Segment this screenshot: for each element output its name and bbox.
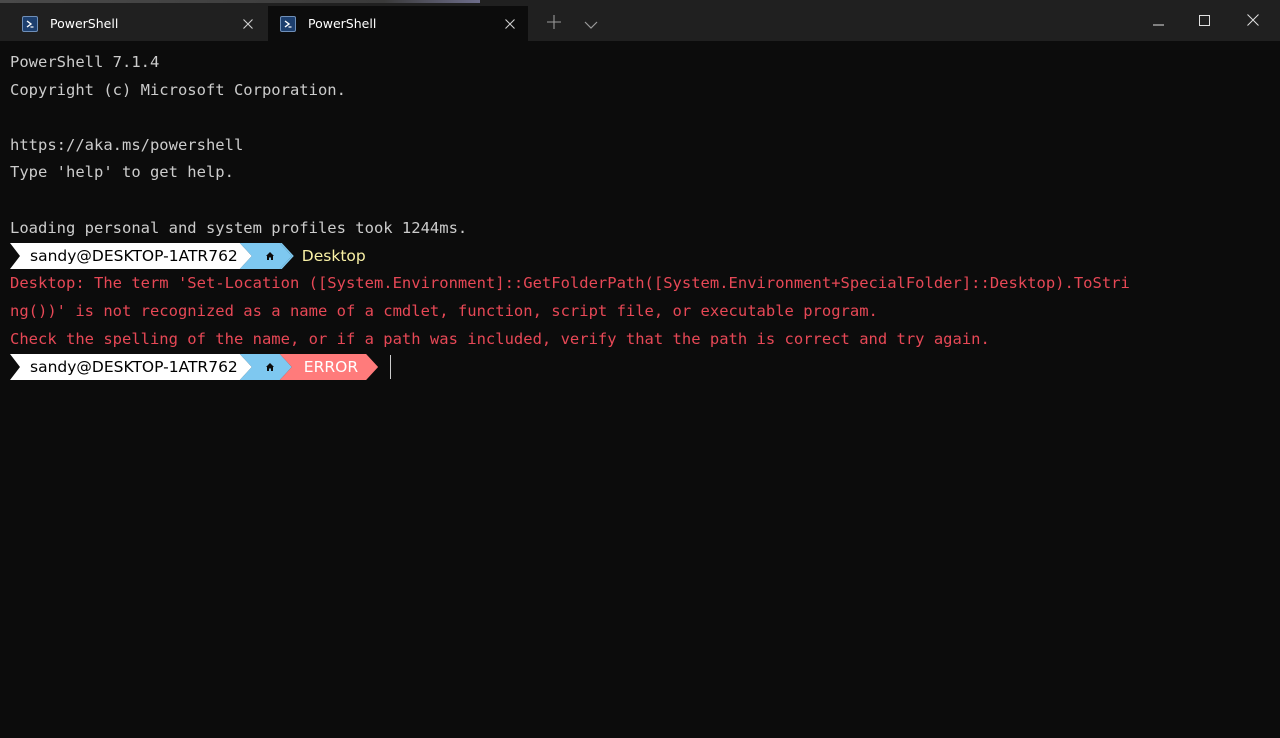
home-icon	[265, 358, 275, 376]
maximize-button[interactable]	[1181, 0, 1227, 41]
prompt-user-segment: sandy@DESKTOP-1ATR762	[10, 354, 252, 380]
terminal-line: https://aka.ms/powershell	[10, 136, 244, 154]
terminal-line: Type 'help' to get help.	[10, 163, 234, 181]
tab-label: PowerShell	[308, 16, 377, 31]
prompt-error-segment: ERROR	[280, 354, 378, 380]
text-cursor	[390, 355, 392, 379]
terminal-line: Loading personal and system profiles too…	[10, 219, 468, 237]
chevron-down-icon	[584, 14, 598, 33]
tab-powershell-1[interactable]: PowerShell	[10, 6, 266, 41]
maximize-icon	[1198, 11, 1210, 30]
minimize-icon	[1152, 11, 1164, 30]
new-tab-button[interactable]	[542, 12, 566, 34]
prompt-line: sandy@DESKTOP-1ATR762 Desktop	[10, 243, 370, 269]
title-bar-accent	[0, 0, 480, 3]
tab-powershell-2[interactable]: PowerShell	[268, 6, 528, 41]
close-icon[interactable]	[500, 14, 520, 34]
error-line: Desktop: The term 'Set-Location ([System…	[10, 274, 1130, 292]
plus-icon	[547, 14, 561, 33]
tab-label: PowerShell	[50, 16, 119, 31]
segment-separator	[279, 243, 294, 269]
prompt-line[interactable]: sandy@DESKTOP-1ATR762 ERROR	[10, 354, 392, 380]
minimize-button[interactable]	[1135, 0, 1181, 41]
prompt-user-segment: sandy@DESKTOP-1ATR762	[10, 243, 252, 269]
window-close-button[interactable]	[1230, 0, 1276, 41]
prompt-directory: Desktop	[301, 247, 366, 265]
home-icon	[265, 247, 275, 265]
close-icon	[1247, 11, 1259, 30]
powershell-icon	[280, 15, 296, 32]
terminal-line: Copyright (c) Microsoft Corporation.	[10, 81, 346, 99]
title-bar: PowerShell PowerShell	[0, 0, 1280, 41]
powershell-icon	[22, 15, 38, 32]
terminal-output[interactable]: PowerShell 7.1.4 Copyright (c) Microsoft…	[0, 41, 1280, 738]
error-line: ng())' is not recognized as a name of a …	[10, 302, 878, 320]
close-icon[interactable]	[238, 14, 258, 34]
prompt-directory-segment: Desktop	[279, 243, 370, 269]
profile-dropdown-button[interactable]	[579, 12, 603, 34]
terminal-line: PowerShell 7.1.4	[10, 53, 160, 71]
error-line: Check the spelling of the name, or if a …	[10, 330, 990, 348]
